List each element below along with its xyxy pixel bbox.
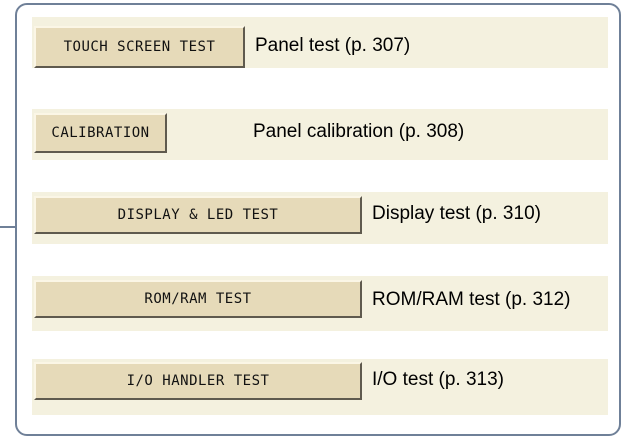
rom-ram-test-description: ROM/RAM test (p. 312) <box>372 289 571 310</box>
touch-screen-test-description: Panel test (p. 307) <box>255 35 411 56</box>
io-handler-test-description: I/O test (p. 313) <box>372 369 504 390</box>
display-led-test-button[interactable]: DISPLAY & LED TEST <box>34 196 362 234</box>
connector-line <box>0 226 15 228</box>
calibration-description: Panel calibration (p. 308) <box>253 121 465 142</box>
display-led-test-description: Display test (p. 310) <box>372 203 541 224</box>
calibration-button[interactable]: CALIBRATION <box>34 113 167 153</box>
rom-ram-test-button[interactable]: ROM/RAM TEST <box>34 280 362 318</box>
touch-screen-test-button[interactable]: TOUCH SCREEN TEST <box>34 26 245 68</box>
io-handler-test-button[interactable]: I/O HANDLER TEST <box>34 362 362 400</box>
